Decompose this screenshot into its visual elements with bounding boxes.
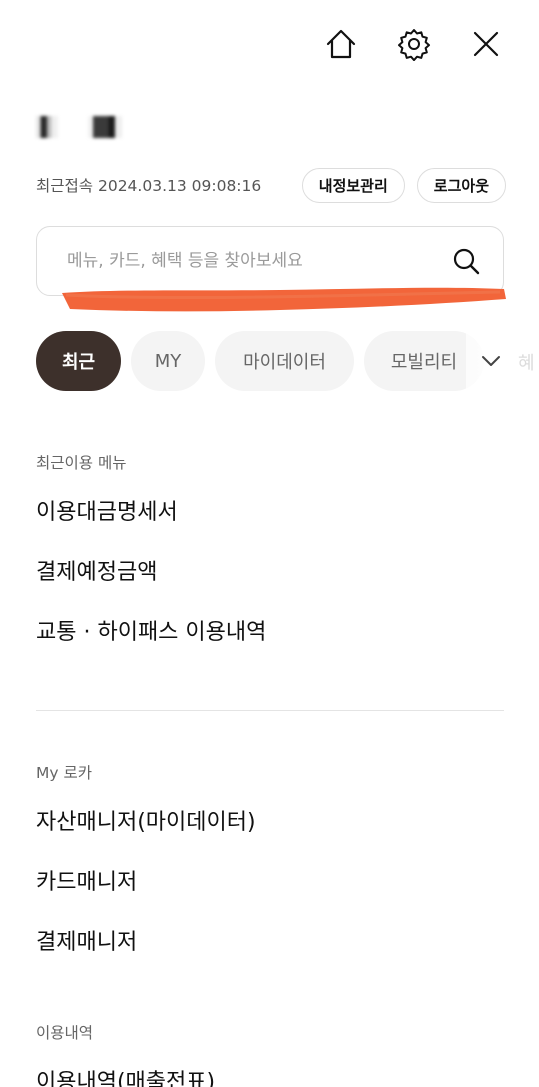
home-icon[interactable] (319, 22, 363, 66)
tab-partial: 혜 (518, 353, 535, 374)
redaction-marker (62, 287, 506, 312)
account-row: 최근접속 2024.03.13 09:08:16 내정보관리 로그아웃 (36, 167, 506, 203)
menu-link[interactable]: 교통 · 하이패스 이용내역 (36, 614, 266, 646)
menu-link[interactable]: 결제매니저 (36, 924, 137, 956)
category-tabs: 최근 MY 마이데이터 모빌리티 혜 (36, 331, 539, 391)
search-icon[interactable] (451, 246, 481, 276)
profile-manage-button[interactable]: 내정보관리 (301, 167, 405, 203)
section-title-usage: 이용내역 (36, 1024, 94, 1042)
menu-link[interactable]: 이용대금명세서 (36, 494, 178, 526)
menu-link[interactable]: 카드매니저 (36, 864, 137, 896)
redacted-name-part (88, 116, 122, 138)
gear-icon[interactable] (392, 22, 436, 66)
tab-recent[interactable]: 최근 (36, 331, 121, 391)
search-input[interactable] (67, 251, 451, 271)
menu-link[interactable]: 이용내역(매출전표) (36, 1064, 215, 1087)
tab-my[interactable]: MY (131, 331, 205, 391)
menu-link[interactable]: 자산매니저(마이데이터) (36, 804, 256, 836)
user-name-redacted (36, 112, 126, 140)
section-title-my-loca: My 로카 (36, 764, 92, 782)
menu-link[interactable]: 결제예정금액 (36, 554, 157, 586)
last-login-text: 최근접속 2024.03.13 09:08:16 (36, 177, 262, 195)
logout-button[interactable]: 로그아웃 (416, 167, 506, 203)
section-title-recent: 최근이용 메뉴 (36, 454, 127, 472)
chevron-down-icon[interactable] (476, 346, 506, 376)
tab-mydata[interactable]: 마이데이터 (215, 331, 354, 391)
section-divider (36, 710, 504, 711)
redacted-name-part (36, 116, 58, 138)
header-toolbar (0, 22, 539, 66)
close-icon[interactable] (464, 22, 508, 66)
